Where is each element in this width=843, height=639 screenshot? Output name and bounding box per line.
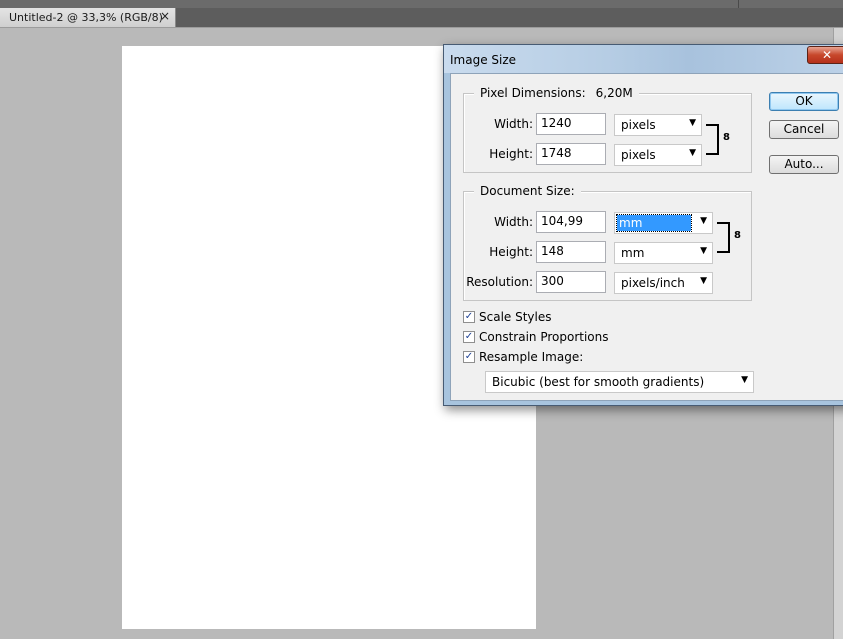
image-size-dialog: Image Size ✕ Pixel Dimensions: 6,20M Widt…	[443, 44, 843, 406]
pixel-height-unit-value: pixels	[621, 148, 656, 162]
dialog-title: Image Size	[450, 53, 517, 67]
document-width-label: Width:	[494, 215, 533, 229]
chevron-down-icon: ▼	[700, 276, 707, 286]
scale-styles-label: Scale Styles	[479, 310, 552, 324]
pixel-height-unit-select[interactable]: pixels ▼	[614, 144, 702, 166]
document-width-input[interactable]: 104,99	[536, 211, 606, 233]
pixel-width-label: Width:	[494, 117, 533, 131]
chevron-down-icon: ▼	[689, 118, 696, 128]
pixel-dimensions-heading: Pixel Dimensions: 6,20M	[474, 86, 639, 100]
auto-button[interactable]: Auto...	[769, 155, 839, 174]
resolution-label: Resolution:	[466, 275, 533, 289]
check-icon: ✓	[463, 351, 475, 363]
resample-method-select[interactable]: Bicubic (best for smooth gradients) ▼	[485, 371, 754, 393]
close-tab-icon[interactable]: ×	[160, 9, 170, 23]
document-width-unit-select[interactable]: mm ▼	[614, 212, 713, 234]
pixel-width-unit-select[interactable]: pixels ▼	[614, 114, 702, 136]
check-icon: ✓	[463, 331, 475, 343]
document-height-input[interactable]: 148	[536, 241, 606, 263]
chain-link-icon: 8	[734, 230, 741, 241]
resample-method-value: Bicubic (best for smooth gradients)	[492, 375, 705, 389]
document-width-unit-value: mm	[616, 214, 692, 232]
resolution-input[interactable]: 300	[536, 271, 606, 293]
strip-separator	[738, 0, 739, 8]
document-height-label: Height:	[489, 245, 533, 259]
pixel-width-input[interactable]: 1240	[536, 113, 606, 135]
constrain-bracket	[706, 124, 719, 155]
resolution-unit-value: pixels/inch	[621, 276, 685, 290]
pixel-dimensions-size: 6,20M	[595, 86, 633, 100]
cancel-button[interactable]: Cancel	[769, 120, 839, 139]
document-height-unit-select[interactable]: mm ▼	[614, 242, 713, 264]
close-icon: ✕	[821, 48, 833, 62]
chain-link-icon: 8	[723, 132, 730, 143]
dialog-titlebar[interactable]: Image Size ✕	[444, 45, 843, 73]
resample-image-label: Resample Image:	[479, 350, 584, 364]
pixel-width-unit-value: pixels	[621, 118, 656, 132]
chevron-down-icon: ▼	[741, 375, 748, 385]
check-icon: ✓	[463, 311, 475, 323]
constrain-bracket	[717, 222, 730, 253]
document-height-unit-value: mm	[621, 246, 645, 260]
top-strip	[0, 0, 843, 8]
document-tab-title: Untitled-2 @ 33,3% (RGB/8)	[9, 11, 163, 24]
dialog-close-button[interactable]: ✕	[807, 46, 843, 64]
document-size-heading: Document Size:	[474, 184, 581, 198]
chevron-down-icon: ▼	[700, 246, 707, 256]
pixel-height-input[interactable]: 1748	[536, 143, 606, 165]
resolution-unit-select[interactable]: pixels/inch ▼	[614, 272, 713, 294]
constrain-proportions-label: Constrain Proportions	[479, 330, 609, 344]
chevron-down-icon: ▼	[700, 216, 707, 226]
pixel-height-label: Height:	[489, 147, 533, 161]
ok-button[interactable]: OK	[769, 92, 839, 111]
dialog-body: Pixel Dimensions: 6,20M Width: 1240 pixel…	[450, 73, 843, 401]
pixel-dimensions-label: Pixel Dimensions:	[480, 86, 586, 100]
chevron-down-icon: ▼	[689, 148, 696, 158]
document-size-label: Document Size:	[480, 184, 575, 198]
document-tab[interactable]: Untitled-2 @ 33,3% (RGB/8) ×	[0, 8, 176, 27]
